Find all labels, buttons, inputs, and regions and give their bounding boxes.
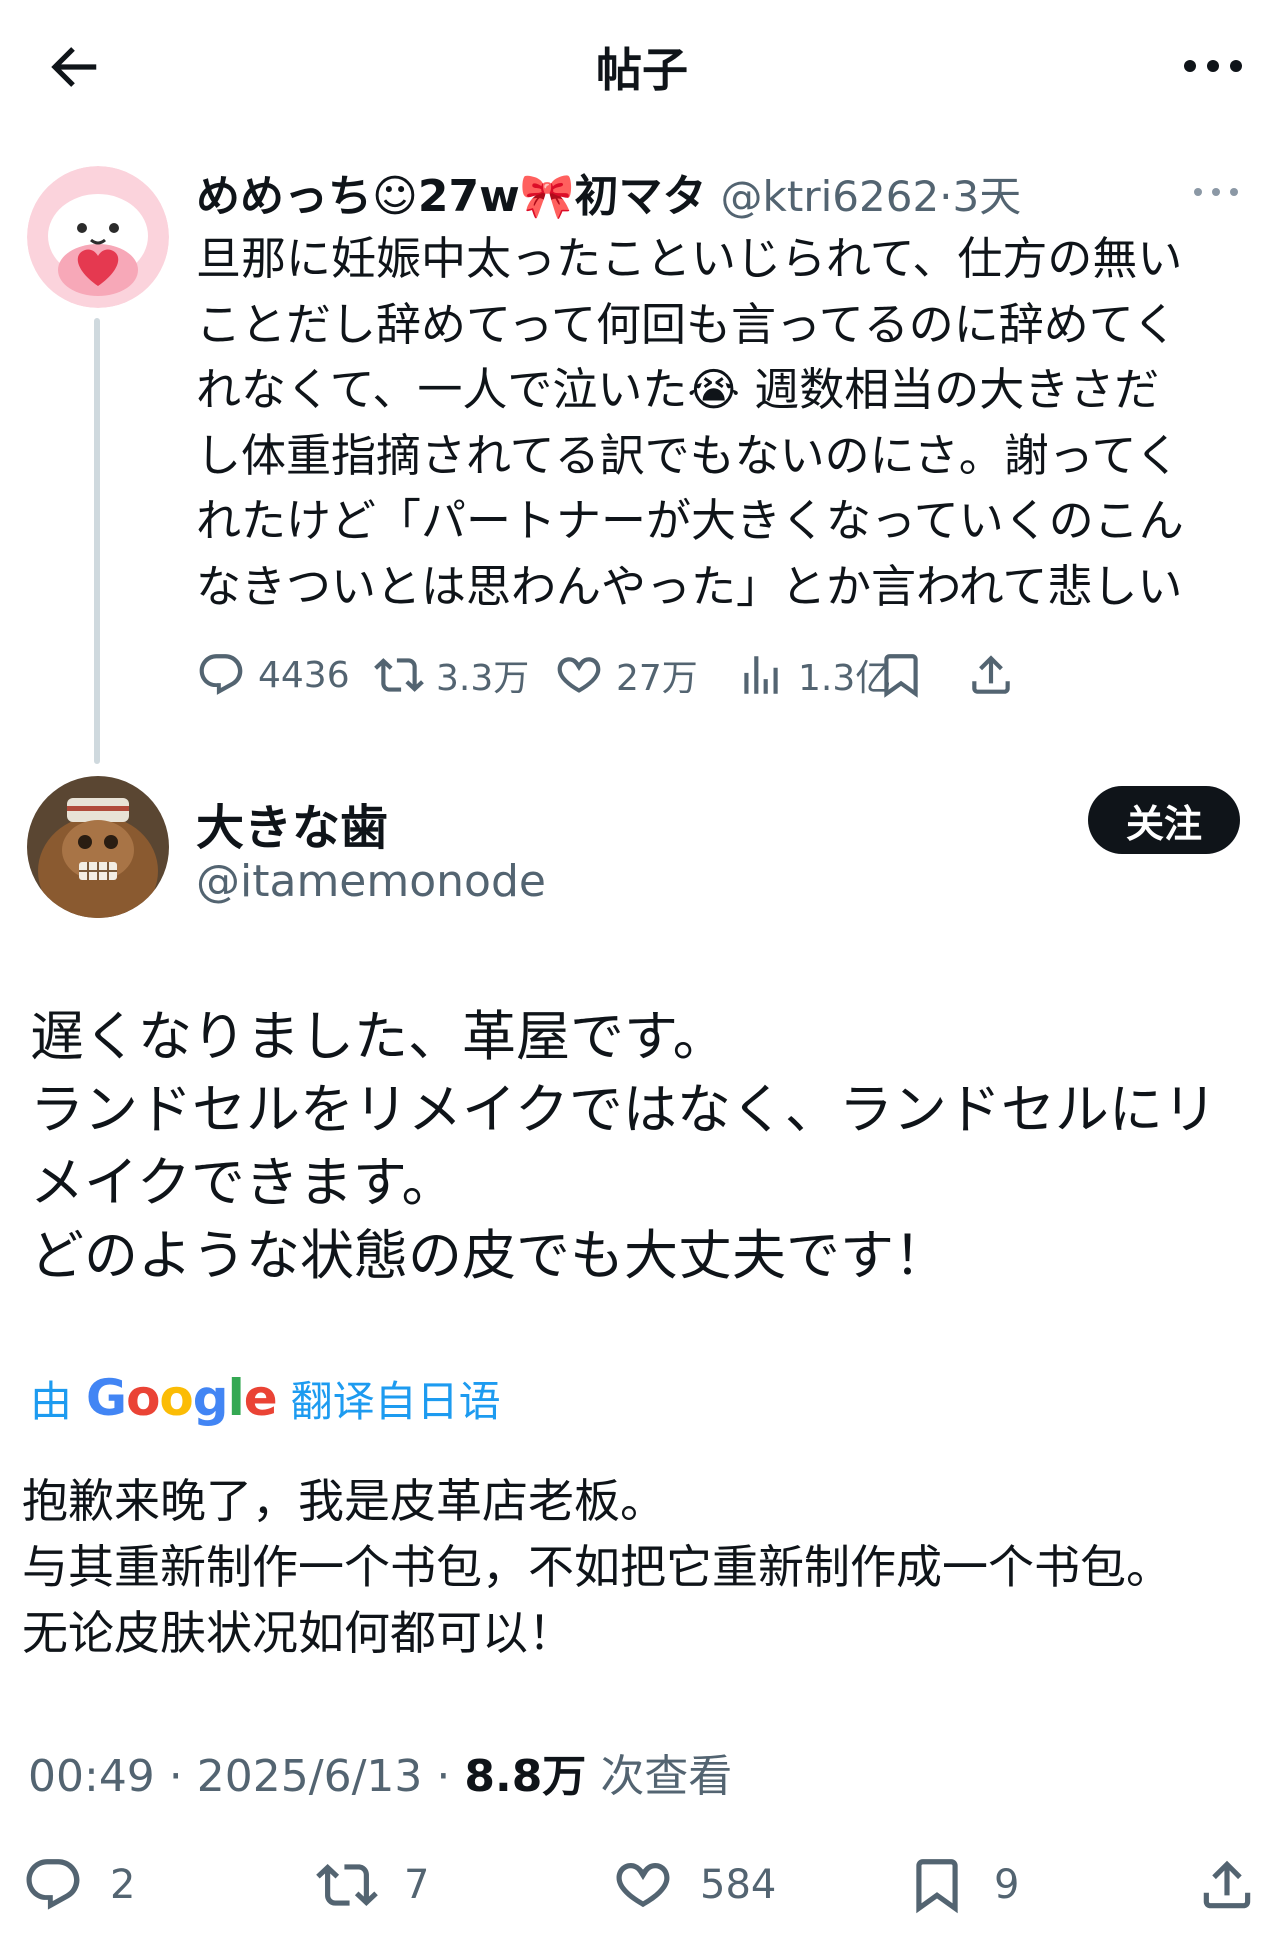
like-button[interactable]: 584 <box>612 1840 776 1930</box>
repost-button[interactable]: 3.3万 <box>374 640 529 710</box>
like-count: 584 <box>700 1862 777 1908</box>
top-bar: 帖子 <box>0 0 1284 135</box>
reply-icon <box>199 654 243 695</box>
parent-action-bar: 4436 3.3万 27万 1.3亿 <box>196 640 1256 710</box>
bookmark-count: 9 <box>994 1862 1020 1908</box>
main-post-text: 遅くなりました、革屋です。 ランドセルをリメイクではなく、ランドセルにリ メイク… <box>30 1000 1260 1292</box>
thread-connector-line <box>94 318 100 764</box>
share-button[interactable] <box>1196 1840 1258 1930</box>
main-author-avatar[interactable] <box>27 776 169 918</box>
text-line: 与其重新制作一个书包，不如把它重新制作成一个书包。 <box>22 1540 1172 1594</box>
text-line: し体重指摘されてる訳でもないのにさ。謝ってく <box>196 428 1181 482</box>
main-action-bar: 2 7 584 9 <box>0 1840 1284 1930</box>
reply-icon <box>26 1859 80 1910</box>
text-line: 旦那に妊娠中太ったこといじられて、仕方の無い <box>196 232 1183 285</box>
bookmark-icon <box>884 654 918 698</box>
post-date[interactable]: 2025/6/13 <box>197 1751 423 1802</box>
text-line: ことだし辞めてって何回も言ってるのに辞めてく <box>196 297 1178 351</box>
main-author-name[interactable]: 大きな歯 <box>196 788 388 858</box>
text-line: どのような状態の皮でも大丈夫です！ <box>30 1224 948 1287</box>
separator-dot: · <box>422 1751 465 1802</box>
text-line: なきついとは思わんやった」とか言われて悲しい <box>196 559 1183 613</box>
repost-button[interactable]: 7 <box>316 1840 429 1930</box>
translation-attribution[interactable]: 由 Google 翻译自日语 <box>30 1368 501 1428</box>
separator-dot: · <box>939 172 953 221</box>
repost-count: 3.3万 <box>436 658 530 699</box>
more-options-icon[interactable] <box>1178 40 1248 92</box>
views-chart-icon <box>744 656 778 694</box>
translation-suffix: 翻译自日语 <box>290 1376 501 1426</box>
parent-author-name[interactable]: めめっち☺27w🎀初マタ <box>196 171 707 222</box>
text-line: れたけど「パートナーが大きくなっていくのこん <box>196 494 1184 547</box>
reply-count: 2 <box>110 1862 136 1908</box>
text-line: メイクできます。 <box>30 1151 456 1214</box>
parent-more-icon[interactable] <box>1188 172 1244 212</box>
parent-author-handle[interactable]: @ktri6262 <box>721 172 940 221</box>
repost-icon <box>316 1864 378 1906</box>
repost-icon <box>374 658 424 692</box>
parent-post-header: めめっち☺27w🎀初マタ @ktri6262·3天 <box>196 160 1021 224</box>
post-timestamp: 00:49 · 2025/6/13 · 8.8万 次查看 <box>28 1740 732 1804</box>
bookmark-button[interactable] <box>876 640 926 710</box>
text-line: 遅くなりました、革屋です。 <box>30 1005 727 1068</box>
follow-button[interactable]: 关注 <box>1088 786 1240 854</box>
separator-dot: · <box>154 1751 197 1802</box>
heart-icon <box>616 1863 670 1908</box>
translated-text: 抱歉来晚了，我是皮革店老板。 与其重新制作一个书包，不如把它重新制作成一个书包。… <box>22 1468 1262 1666</box>
heart-icon <box>557 657 601 693</box>
text-line: れなくて、一人で泣いた😭 週数相当の大きさだ <box>196 363 1160 416</box>
bookmark-button[interactable]: 9 <box>906 1840 1019 1930</box>
reply-count: 4436 <box>258 654 350 696</box>
share-icon <box>972 655 1010 694</box>
views-button[interactable]: 1.3亿 <box>736 640 891 710</box>
bookmark-icon <box>916 1859 958 1914</box>
parent-post-text: 旦那に妊娠中太ったこといじられて、仕方の無い ことだし辞めてって何回も言ってるの… <box>196 226 1256 619</box>
parent-author-avatar[interactable] <box>27 166 169 308</box>
main-author-handle[interactable]: @itamemonode <box>196 856 546 907</box>
parent-post-time[interactable]: 3天 <box>953 172 1022 221</box>
post-views-count: 8.8万 <box>464 1751 587 1802</box>
post-views-label: 次查看 <box>600 1751 733 1802</box>
text-line: 无论皮肤状况如何都可以！ <box>22 1606 574 1660</box>
reply-button[interactable]: 2 <box>22 1840 135 1930</box>
text-line: ランドセルをリメイクではなく、ランドセルにリ <box>30 1078 1217 1141</box>
like-count: 27万 <box>616 658 698 699</box>
share-button[interactable] <box>966 640 1016 710</box>
post-time[interactable]: 00:49 <box>28 1751 155 1802</box>
repost-count: 7 <box>404 1862 430 1908</box>
like-button[interactable]: 27万 <box>554 640 698 710</box>
page-title: 帖子 <box>596 43 688 97</box>
google-logo: Google <box>86 1369 278 1427</box>
reply-button[interactable]: 4436 <box>196 640 350 710</box>
text-line: 抱歉来晚了，我是皮革店老板。 <box>22 1474 666 1528</box>
share-icon <box>1203 1860 1251 1909</box>
translation-prefix: 由 <box>30 1376 73 1426</box>
